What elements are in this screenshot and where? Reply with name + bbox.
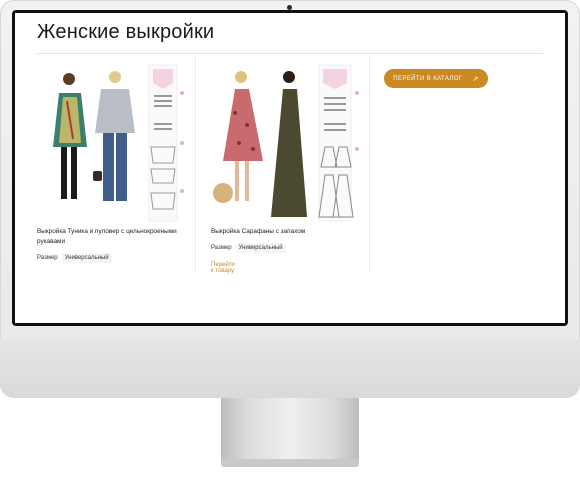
size-row: Размер Универсальный [211,243,286,253]
monitor: Женские выкройки Выкройка Туника и пулов… [0,0,580,398]
size-value: Универсальный [61,253,112,263]
catalog-button[interactable]: ПЕРЕЙТИ В КАТАЛОГ ↗ [384,69,488,88]
go-to-product-link[interactable]: Перейти к товару [211,262,235,274]
title-divider [37,53,543,54]
product-name[interactable]: Выкройка Туника и пуловер с цельнокроены… [37,227,197,247]
column-divider [369,55,370,273]
catalog-button-label: ПЕРЕЙТИ В КАТАЛОГ [393,75,463,82]
screen: Женские выкройки Выкройка Туника и пулов… [15,13,565,323]
size-value: Универсальный [235,243,286,253]
monitor-stand-base [221,459,359,467]
monitor-stand [221,398,359,462]
size-label: Размер [211,245,232,251]
product-image[interactable] [37,63,187,223]
product-image[interactable] [211,63,361,223]
monitor-chin [0,338,580,398]
product-name[interactable]: Выкройка Сарафаны с запахом [211,227,371,237]
arrow-up-right-icon: ↗ [472,75,479,83]
size-row: Размер Универсальный [37,253,112,263]
size-label: Размер [37,255,58,261]
page-title: Женские выкройки [37,21,215,43]
